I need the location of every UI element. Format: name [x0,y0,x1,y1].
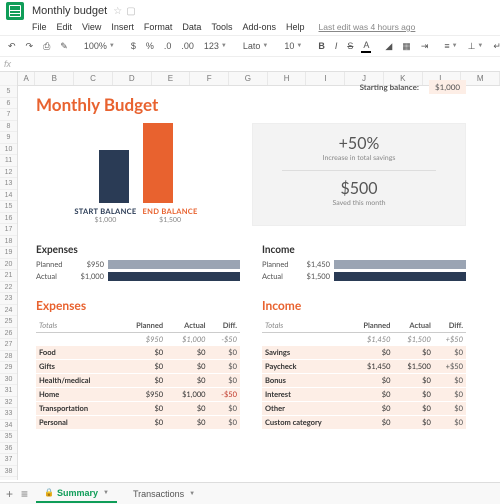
align-icon[interactable]: ≡▼ [442,40,459,52]
table-row[interactable]: Custom category$0$0$0 [262,416,466,430]
table-row[interactable]: Health/medical$0$0$0 [36,374,240,388]
merge-icon[interactable]: ⇥ [419,40,431,53]
expenses-table[interactable]: Expenses TotalsPlannedActualDiff.$950$1,… [36,298,240,430]
format-percent[interactable]: % [144,40,156,52]
star-icon[interactable]: ☆ [113,6,122,17]
metrics-panel: +50% Increase in total savings $500 Save… [252,123,466,226]
menu-file[interactable]: File [32,22,47,32]
spreadsheet-content: Starting balance: $1,000 Monthly Budget … [36,82,466,430]
last-edit-link[interactable]: Last edit was 4 hours ago [319,22,416,32]
table-row[interactable]: Personal$0$0$0 [36,416,240,430]
end-balance-bar [143,123,173,203]
tab-summary[interactable]: 🔒Summary ▼ [36,485,117,503]
menu-format[interactable]: Format [144,22,173,32]
sheet-tab-bar: + ≡ 🔒Summary ▼ Transactions ▼ [0,482,500,504]
table-row[interactable]: Other$0$0$0 [262,402,466,416]
italic-button[interactable]: I [333,40,340,52]
sheets-app-icon[interactable] [6,2,24,20]
add-sheet-button[interactable]: + [6,487,13,501]
table-row[interactable]: Savings$0$0$0 [262,346,466,360]
borders-icon[interactable]: ▦ [400,40,413,53]
table-row[interactable]: Gifts$0$0$0 [36,360,240,374]
savings-percent: +50% [339,134,380,153]
decrease-decimal[interactable]: .0 [162,40,174,52]
all-sheets-button[interactable]: ≡ [21,487,28,501]
redo-icon[interactable]: ↷ [24,40,36,53]
income-table[interactable]: Income TotalsPlannedActualDiff.$1,450$1,… [262,298,466,430]
toolbar: ↶ ↷ ⎙ ✎ 100%▼ $ % .0 .00 123▼ Lato▼ 10▼ … [0,35,500,57]
menu-addons[interactable]: Add-ons [242,22,276,32]
table-row[interactable]: Transportation$0$0$0 [36,402,240,416]
fill-color-icon[interactable]: ◢ [383,40,394,53]
undo-icon[interactable]: ↶ [6,40,18,53]
menu-insert[interactable]: Insert [111,22,134,32]
menu-data[interactable]: Data [182,22,201,32]
format-currency[interactable]: $ [129,40,138,52]
doc-title[interactable]: Monthly budget [32,5,107,17]
menu-tools[interactable]: Tools [211,22,232,32]
strike-button[interactable]: S [345,40,355,52]
table-row[interactable]: Food$0$0$0 [36,346,240,360]
start-balance-bar [99,150,129,203]
table-row[interactable]: Home$950$1,000-$50 [36,388,240,402]
fx-label: fx [4,59,11,69]
expenses-summary: Expenses Planned$950 Actual$1,000 [36,244,240,284]
starting-balance-label: Starting balance: [360,82,419,92]
move-folder-icon[interactable]: ▢ [126,6,135,17]
print-icon[interactable]: ⎙ [41,40,52,53]
formula-bar-input[interactable] [17,57,496,71]
valign-icon[interactable]: ⊥▼ [466,40,486,53]
zoom-select[interactable]: 100%▼ [82,40,117,52]
row-headers[interactable]: 5678910111213141516171819202122232425262… [0,72,18,480]
menu-help[interactable]: Help [286,22,305,32]
starting-balance-value[interactable]: $1,000 [429,80,466,94]
number-format[interactable]: 123▼ [202,40,229,52]
table-row[interactable]: Interest$0$0$0 [262,388,466,402]
table-row[interactable]: Paycheck$1,450$1,500+$50 [262,360,466,374]
font-size[interactable]: 10▼ [282,40,304,52]
text-color-button[interactable]: A [361,39,371,53]
income-summary: Income Planned$1,450 Actual$1,500 [262,244,466,284]
paint-format-icon[interactable]: ✎ [58,40,70,53]
menu-bar: File Edit View Insert Format Data Tools … [0,22,500,35]
wrap-icon[interactable]: ↵▼ [491,40,500,53]
balance-chart: START BALANCE$1,000 END BALANCE$1,500 [36,123,236,226]
increase-decimal[interactable]: .00 [179,40,196,52]
tab-transactions[interactable]: Transactions ▼ [125,486,203,502]
lock-icon: 🔒 [44,488,54,497]
table-row[interactable]: Bonus$0$0$0 [262,374,466,388]
bold-button[interactable]: B [316,40,327,52]
menu-edit[interactable]: Edit [57,22,73,32]
font-select[interactable]: Lato▼ [241,40,270,52]
page-title: Monthly Budget [36,94,466,115]
menu-view[interactable]: View [82,22,101,32]
saved-amount: $500 [340,179,377,198]
